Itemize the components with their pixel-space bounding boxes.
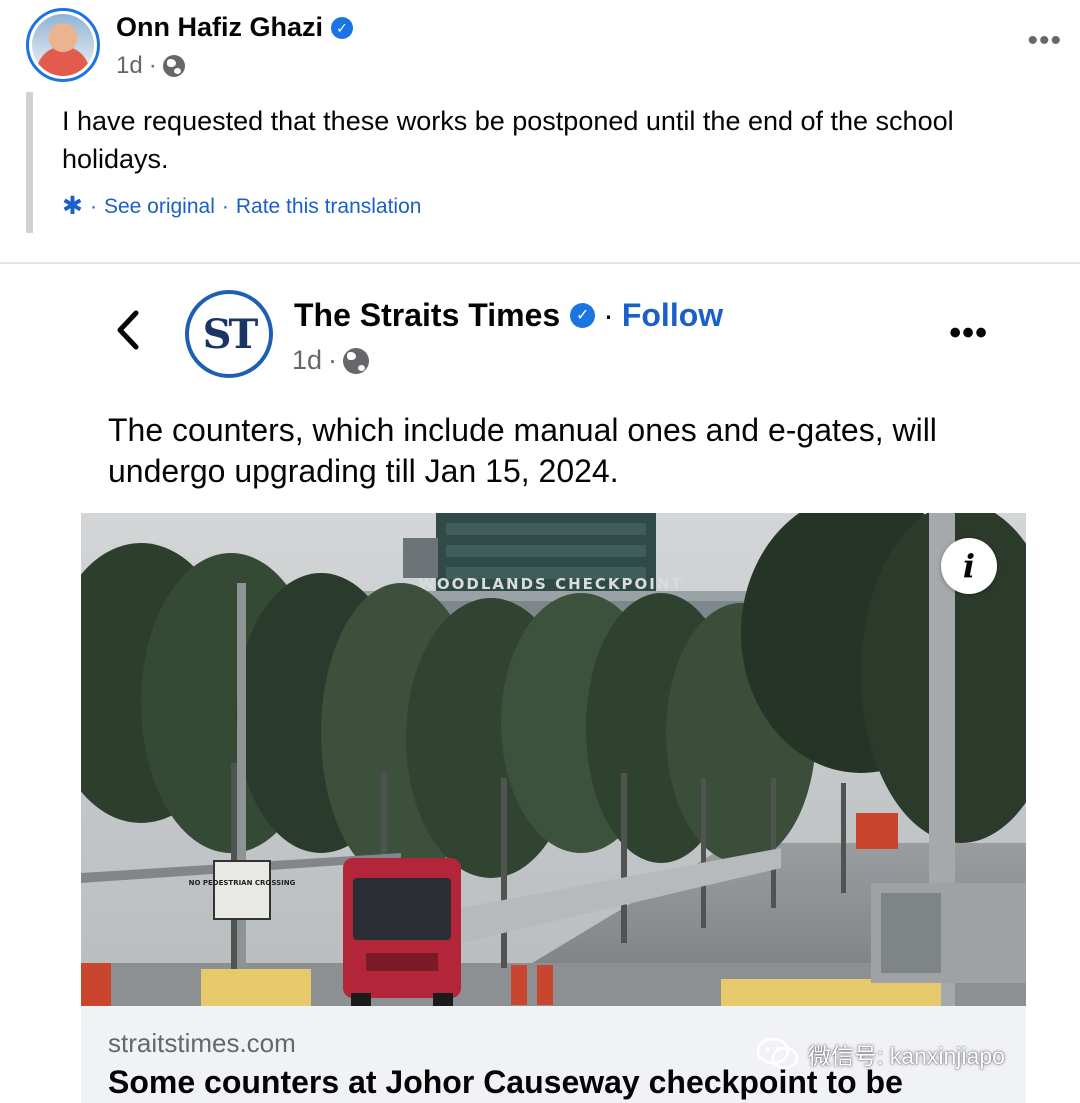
see-original-link[interactable]: See original	[104, 195, 215, 219]
post-text: I have requested that these works be pos…	[62, 106, 954, 174]
shared-post-time[interactable]: 1d	[292, 345, 322, 376]
more-options-icon[interactable]: •••	[1027, 26, 1062, 56]
shared-post-text: The counters, which include manual ones …	[108, 412, 937, 489]
page-logo-text: ST	[202, 310, 259, 358]
wechat-icon	[756, 1037, 799, 1070]
watermark-text: 微信号: kanxinjiapo	[808, 1043, 1005, 1069]
author-name-text[interactable]: Onn Hafiz Ghazi	[116, 12, 323, 42]
translation-sep-1: ·	[89, 194, 97, 218]
globe-icon	[162, 55, 185, 77]
road-sign-text: NO PEDESTRIAN CROSSING	[189, 879, 296, 887]
translation-row: ✱ · See original · Rate this translation	[62, 194, 421, 219]
follow-separator: ·	[603, 297, 614, 333]
shared-post-meta: 1d ·	[292, 345, 370, 376]
checkpoint-photo-illustration: WOODLANDS CHECKPOINT NO PEDESTRIAN CROSS…	[81, 513, 1026, 1006]
follow-button[interactable]: Follow	[622, 297, 723, 334]
divider	[0, 262, 1080, 264]
wechat-watermark: 微信号: kanxinjiapo	[756, 1036, 1005, 1072]
post-meta: 1d ·	[116, 52, 185, 80]
news-photo[interactable]: WOODLANDS CHECKPOINT NO PEDESTRIAN CROSS…	[81, 513, 1026, 1006]
avatar-photo	[32, 14, 94, 76]
building-sign-text: WOODLANDS CHECKPOINT	[418, 575, 683, 593]
rate-translation-link[interactable]: Rate this translation	[236, 195, 422, 219]
post-time[interactable]: 1d	[116, 52, 143, 80]
page-header: The Straits Times ✓ · Follow	[294, 297, 723, 334]
verified-badge-icon: ✓	[331, 17, 354, 39]
translation-sep-2: ·	[221, 194, 229, 218]
meta-separator: ·	[148, 52, 157, 79]
page-name[interactable]: The Straits Times	[294, 297, 560, 334]
link-domain: straitstimes.com	[108, 1028, 296, 1058]
globe-icon	[343, 347, 370, 374]
author-name[interactable]: Onn Hafiz Ghazi ✓	[116, 12, 354, 43]
back-arrow-icon[interactable]	[116, 310, 140, 350]
gear-icon[interactable]: ✱	[62, 194, 83, 219]
author-avatar[interactable]	[26, 8, 100, 82]
meta-separator: ·	[328, 345, 338, 375]
verified-badge-icon: ✓	[570, 303, 596, 328]
page-logo[interactable]: ST	[185, 290, 273, 378]
photo-info-button[interactable]: i	[941, 538, 997, 594]
shared-more-options-icon[interactable]: •••	[949, 316, 988, 350]
quote-bar	[26, 92, 33, 233]
